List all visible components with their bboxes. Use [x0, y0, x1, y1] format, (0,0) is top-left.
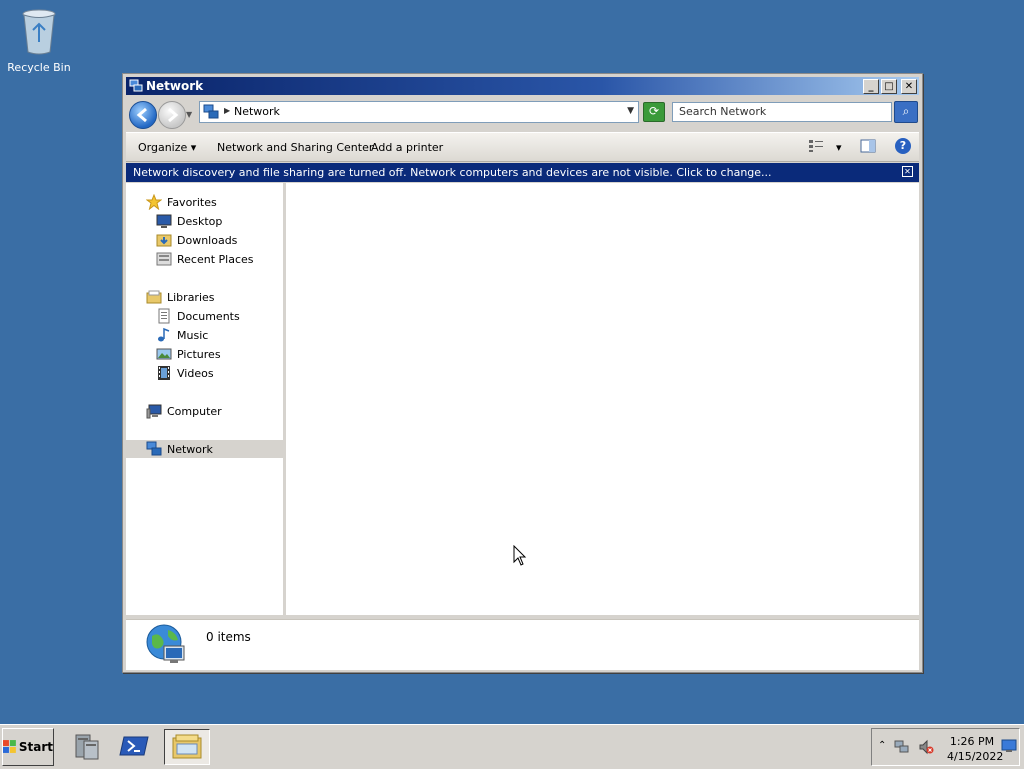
- back-icon: [136, 107, 147, 123]
- forward-button[interactable]: [158, 101, 186, 129]
- preview-pane-icon: [860, 139, 876, 153]
- nav-documents[interactable]: Documents: [156, 307, 240, 325]
- music-icon: [158, 327, 170, 342]
- refresh-button[interactable]: ⟳: [643, 102, 665, 122]
- explorer-icon: [172, 734, 202, 759]
- refresh-icon: ⟳: [648, 104, 660, 118]
- info-bar-message[interactable]: Network discovery and file sharing are t…: [133, 166, 772, 179]
- desktop-icon: [156, 214, 172, 228]
- show-desktop-icon[interactable]: [1001, 739, 1017, 753]
- close-button[interactable]: ✕: [901, 79, 917, 94]
- item-count: 0 items: [206, 630, 251, 644]
- back-button[interactable]: [129, 101, 157, 129]
- computer-icon: [146, 404, 162, 419]
- pictures-icon: [156, 348, 172, 360]
- search-placeholder: Search Network: [679, 105, 767, 118]
- globe-icon: [146, 624, 185, 663]
- network-tray-icon[interactable]: [894, 739, 910, 755]
- recycle-bin[interactable]: Recycle Bin: [6, 6, 72, 74]
- powershell-icon: [119, 736, 149, 756]
- search-button[interactable]: ⌕: [894, 101, 918, 123]
- clock-date: 4/15/2022: [947, 750, 1004, 763]
- address-bar[interactable]: ▶ Network ▼: [199, 101, 639, 123]
- libraries-icon: [146, 290, 162, 304]
- network-icon: [203, 104, 219, 119]
- network-icon: [129, 79, 143, 92]
- explorer-taskbar-button[interactable]: [164, 729, 210, 765]
- explorer-window: Network _ □ ✕ ▼ ▶ Network ▼ ⟳ Search Net…: [122, 73, 923, 673]
- breadcrumb[interactable]: Network: [234, 105, 280, 118]
- info-bar-close-button[interactable]: ✕: [902, 166, 913, 177]
- info-bar[interactable]: Network discovery and file sharing are t…: [126, 163, 919, 182]
- maximize-button[interactable]: □: [881, 79, 897, 94]
- help-button[interactable]: ?: [895, 138, 911, 154]
- recent-pages-dropdown[interactable]: ▼: [186, 110, 192, 119]
- powershell-button[interactable]: [118, 729, 152, 763]
- file-list-area[interactable]: [286, 183, 919, 615]
- preview-pane-button[interactable]: [860, 139, 876, 156]
- downloads-icon: [156, 234, 172, 247]
- window-title: Network: [146, 79, 204, 93]
- documents-icon: [158, 308, 170, 324]
- taskbar: Start ⌃ 1:26 PM 4/15/2022: [0, 724, 1024, 769]
- notification-area: ⌃ 1:26 PM 4/15/2022: [871, 728, 1020, 766]
- address-row: ▼ ▶ Network ▼ ⟳ Search Network ⌕: [126, 98, 919, 130]
- nav-desktop[interactable]: Desktop: [156, 212, 222, 230]
- views-dropdown[interactable]: ▾: [836, 141, 842, 154]
- nav-libraries[interactable]: Libraries: [146, 288, 215, 306]
- start-button[interactable]: Start: [2, 728, 54, 766]
- server-manager-icon: [75, 734, 99, 760]
- volume-muted-icon[interactable]: [918, 739, 934, 755]
- minimize-button[interactable]: _: [863, 79, 879, 94]
- nav-downloads[interactable]: Downloads: [156, 231, 237, 249]
- nav-favorites[interactable]: Favorites: [146, 193, 217, 211]
- search-icon: ⌕: [902, 104, 910, 118]
- forward-icon: [168, 107, 179, 123]
- mouse-cursor-icon: [513, 545, 527, 566]
- recycle-bin-label: Recycle Bin: [7, 61, 71, 74]
- clock-time: 1:26 PM: [949, 735, 995, 748]
- recent-places-icon: [156, 252, 172, 266]
- search-input[interactable]: Search Network: [672, 102, 892, 122]
- help-icon: ?: [899, 139, 907, 152]
- nav-computer[interactable]: Computer: [146, 402, 222, 420]
- clock[interactable]: 1:26 PM 4/15/2022: [947, 734, 1004, 764]
- nav-pictures[interactable]: Pictures: [156, 345, 221, 363]
- title-bar[interactable]: Network _ □ ✕: [126, 77, 919, 95]
- navigation-pane: Favorites Desktop Downloads Recent Place…: [126, 183, 283, 615]
- windows-logo-icon: [3, 740, 16, 753]
- views-button[interactable]: [808, 139, 824, 156]
- views-icon: [809, 140, 823, 152]
- nav-videos[interactable]: Videos: [156, 364, 214, 382]
- recycle-bin-icon: [22, 9, 56, 55]
- videos-icon: [158, 366, 170, 380]
- command-bar: Organize ▾ Network and Sharing Center Ad…: [126, 132, 919, 162]
- address-dropdown[interactable]: ▼: [627, 106, 634, 116]
- add-printer-button[interactable]: Add a printer: [371, 141, 443, 154]
- nav-music[interactable]: Music: [156, 326, 208, 344]
- show-hidden-icons-button[interactable]: ⌃: [878, 740, 886, 751]
- breadcrumb-separator[interactable]: ▶: [224, 106, 230, 115]
- organize-menu[interactable]: Organize ▾: [138, 141, 196, 154]
- network-sharing-center-button[interactable]: Network and Sharing Center: [217, 141, 373, 154]
- nav-network[interactable]: Network: [126, 440, 283, 458]
- nav-recent-places[interactable]: Recent Places: [156, 250, 254, 268]
- server-manager-button[interactable]: [70, 729, 104, 763]
- star-icon: [146, 194, 162, 210]
- details-pane: 0 items: [126, 619, 919, 670]
- network-icon: [146, 441, 162, 456]
